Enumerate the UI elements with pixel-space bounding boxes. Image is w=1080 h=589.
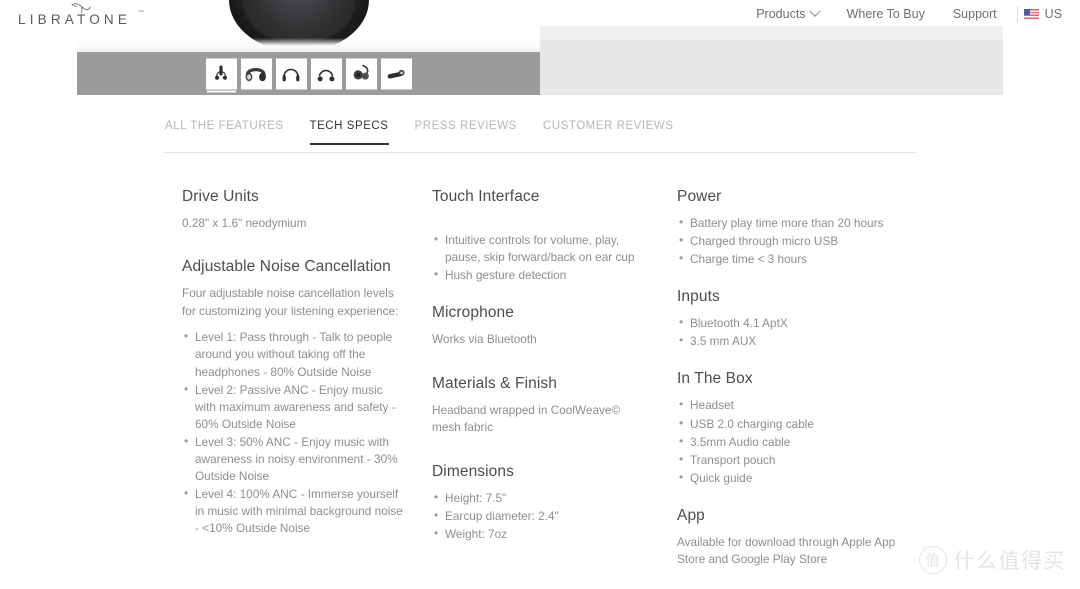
nav-item-support-label: Support	[952, 7, 997, 21]
list-item: Level 2: Passive ANC - Enjoy music with …	[184, 381, 405, 433]
list-item: USB 2.0 charging cable	[679, 415, 905, 433]
chevron-down-icon	[808, 5, 821, 17]
spec-heading: Dimensions	[432, 462, 514, 480]
brand-logo-text: LIBRATONE	[18, 12, 132, 27]
spec-block-in-the-box: In The Box Headset USB 2.0 charging cabl…	[677, 370, 905, 486]
specs-column-1: Drive Units 0.28" x 1.6" neodymium Adjus…	[165, 188, 415, 589]
watermark-text: 什么值得买	[953, 549, 1066, 573]
list-item: Transport pouch	[679, 451, 905, 469]
nav-item-where-to-buy-label: Where To Buy	[846, 7, 925, 21]
tab-customer-reviews[interactable]: CUSTOMER REVIEWS	[543, 120, 686, 144]
locale-selector[interactable]: US	[1023, 7, 1066, 21]
spec-heading: Materials & Finish	[432, 374, 557, 392]
spec-block-materials-finish: Materials & Finish Headband wrapped in C…	[432, 375, 650, 437]
spec-heading: Microphone	[432, 304, 514, 322]
list-item: 3.5 mm AUX	[679, 332, 905, 350]
list-item: Headset	[679, 396, 905, 414]
list-item: Bluetooth 4.1 AptX	[679, 314, 905, 332]
spec-block-inputs: Inputs Bluetooth 4.1 AptX 3.5 mm AUX	[677, 288, 905, 350]
list-item: Battery play time more than 20 hours	[679, 214, 905, 232]
spec-list: Height: 7.5" Earcup diameter: 2.4" Weigh…	[432, 489, 650, 543]
spec-block-touch-interface: Touch Interface Intuitive controls for v…	[432, 188, 650, 284]
tab-tech-specs[interactable]: TECH SPECS	[309, 120, 401, 145]
spec-paragraph: Headband wrapped in CoolWeave© mesh fabr…	[432, 402, 621, 435]
site-header: LIBRATONE ™ Products Where To Buy Suppor…	[0, 0, 1080, 28]
tech-specs-content: Drive Units 0.28" x 1.6" neodymium Adjus…	[165, 188, 925, 589]
hero-side-panel-top-strip	[540, 26, 1003, 40]
product-tabs: ALL THE FEATURES TECH SPECS PRESS REVIEW…	[165, 120, 915, 153]
list-item: Charge time < 3 hours	[679, 250, 905, 268]
specs-column-2: Touch Interface Intuitive controls for v…	[415, 188, 660, 589]
spec-paragraph: Works via Bluetooth	[432, 332, 537, 347]
spec-heading: Power	[677, 188, 722, 205]
thumbnail-outline-view[interactable]	[275, 58, 307, 89]
spec-heading: App	[677, 506, 705, 524]
spec-list: Headset USB 2.0 charging cable 3.5mm Aud…	[677, 396, 905, 487]
spec-list: Battery play time more than 20 hours Cha…	[677, 214, 905, 268]
list-item: Charged through micro USB	[679, 232, 905, 250]
list-item: Quick guide	[679, 469, 905, 487]
nav-item-products-label: Products	[756, 7, 806, 21]
tab-press-reviews-label: PRESS REVIEWS	[414, 120, 517, 132]
watermark: 值 什么值得买	[918, 545, 1067, 575]
list-item: Intuitive controls for volume, play, pau…	[434, 231, 650, 266]
nav-item-products[interactable]: Products	[742, 5, 832, 21]
thumbnail-strip	[77, 52, 540, 95]
us-flag-icon	[1023, 9, 1039, 19]
locale-label: US	[1044, 7, 1062, 21]
spec-block-app: App Available for download through Apple…	[677, 507, 905, 569]
tab-all-the-features-label: ALL THE FEATURES	[165, 120, 284, 132]
spec-block-drive-units: Drive Units 0.28" x 1.6" neodymium	[182, 188, 405, 232]
hero-image-fade	[77, 38, 540, 52]
spec-heading: Inputs	[677, 288, 720, 306]
spec-paragraph: Four adjustable noise cancellation level…	[182, 286, 399, 318]
spec-list: Intuitive controls for volume, play, pau…	[432, 231, 650, 284]
spec-heading: Adjustable Noise Cancellation	[182, 258, 391, 276]
spec-block-power: Power Battery play time more than 20 hou…	[677, 188, 905, 268]
tab-all-the-features[interactable]: ALL THE FEATURES	[165, 120, 296, 144]
main-navigation: Products Where To Buy Support US	[742, 5, 1066, 22]
list-item: Earcup diameter: 2.4"	[434, 507, 650, 525]
spec-heading: Drive Units	[182, 188, 259, 205]
spec-list: Level 1: Pass through - Talk to people a…	[182, 328, 405, 537]
specs-column-3: Power Battery play time more than 20 hou…	[660, 188, 915, 589]
list-item: Height: 7.5"	[434, 489, 650, 507]
brand-logo[interactable]: LIBRATONE ™	[18, 2, 148, 28]
tab-tech-specs-label: TECH SPECS	[309, 120, 389, 132]
spec-heading: Touch Interface	[432, 188, 540, 205]
nav-item-where-to-buy[interactable]: Where To Buy	[833, 7, 939, 21]
spec-paragraph: Available for download through Apple App…	[677, 534, 896, 567]
list-item: Level 4: 100% ANC - Immerse yourself in …	[184, 485, 405, 537]
nav-item-support[interactable]: Support	[939, 7, 1011, 21]
tab-press-reviews[interactable]: PRESS REVIEWS	[415, 120, 529, 144]
nav-divider	[1016, 6, 1018, 22]
thumbnail-list	[205, 58, 412, 92]
spec-list: Bluetooth 4.1 AptX 3.5 mm AUX	[677, 314, 905, 350]
spec-block-dimensions: Dimensions Height: 7.5" Earcup diameter:…	[432, 463, 650, 543]
list-item: Level 3: 50% ANC - Enjoy music with awar…	[184, 433, 405, 485]
thumbnail-angled-view[interactable]	[240, 58, 272, 89]
thumbnail-front-view[interactable]	[205, 58, 237, 92]
spec-block-microphone: Microphone Works via Bluetooth	[432, 304, 650, 348]
list-item: 3.5mm Audio cable	[679, 433, 905, 451]
thumbnail-folded-view[interactable]	[380, 58, 412, 89]
list-item: Weight: 7oz	[434, 525, 650, 543]
list-item: Level 1: Pass through - Talk to people a…	[184, 328, 405, 380]
brand-trademark: ™	[138, 10, 144, 16]
thumbnail-side-view[interactable]	[345, 58, 377, 89]
spec-heading: In The Box	[677, 370, 753, 388]
spec-paragraph: 0.28" x 1.6" neodymium	[182, 216, 307, 230]
watermark-mark: 值	[918, 546, 947, 574]
list-item: Hush gesture detection	[434, 266, 650, 284]
thumbnail-earcup-view[interactable]	[310, 58, 342, 89]
tab-customer-reviews-label: CUSTOMER REVIEWS	[542, 120, 674, 132]
spec-block-adjustable-noise-cancellation: Adjustable Noise Cancellation Four adjus…	[182, 258, 405, 537]
product-tabs-list: ALL THE FEATURES TECH SPECS PRESS REVIEW…	[165, 120, 915, 145]
